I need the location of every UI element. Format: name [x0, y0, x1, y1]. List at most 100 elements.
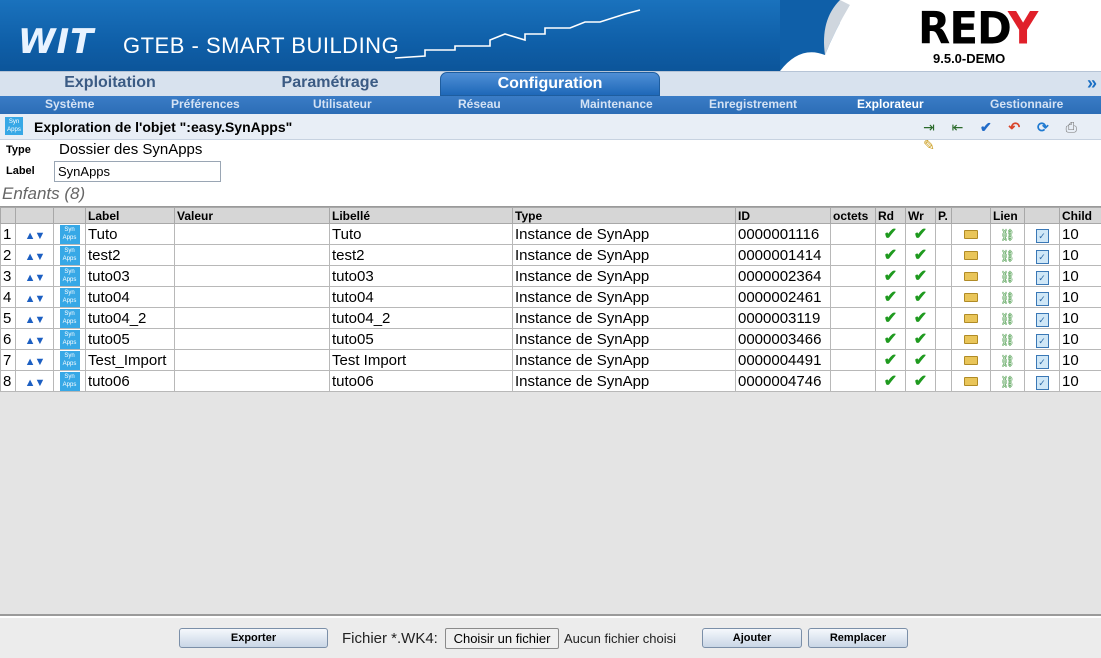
link-icon[interactable]: ⛓ [990, 370, 1025, 392]
row-octets [830, 349, 876, 371]
move-arrows-icon[interactable]: ▲▼ [15, 349, 54, 371]
col-header-index [0, 207, 16, 224]
link-icon[interactable]: ⛓ [990, 349, 1025, 371]
folder-icon[interactable] [951, 307, 991, 329]
add-button[interactable]: Ajouter [702, 628, 802, 648]
move-arrows-icon[interactable]: ▲▼ [15, 223, 54, 245]
folder-icon[interactable] [951, 328, 991, 350]
move-arrows-icon[interactable]: ▲▼ [15, 370, 54, 392]
double-chevron-right-icon[interactable]: » [1087, 73, 1097, 94]
delete-icon[interactable]: ✓ [1024, 370, 1060, 392]
row-p [935, 349, 952, 371]
table-row[interactable]: 5 ▲▼ Syn Apps tuto04_2 tuto04_2 Instance de Sy… [0, 307, 1101, 329]
table-row[interactable]: 2 ▲▼ Syn Apps test2 test2 Instance de SynApp 00… [0, 244, 1101, 266]
col-header-octets[interactable]: octets [830, 207, 876, 224]
delete-icon[interactable]: ✓ [1024, 265, 1060, 287]
row-label[interactable]: tuto04_2 [85, 307, 175, 329]
replace-button[interactable]: Remplacer [808, 628, 908, 648]
delete-icon[interactable]: ✓ [1024, 286, 1060, 308]
import-icon[interactable]: ⇤ [948, 118, 966, 136]
delete-icon[interactable]: ✓ [1024, 307, 1060, 329]
subnav-maintenance[interactable]: Maintenance [580, 97, 653, 111]
children-section-title: Enfants (8) [2, 184, 86, 203]
subnav-utilisateur[interactable]: Utilisateur [313, 97, 372, 111]
folder-icon[interactable] [951, 223, 991, 245]
subnav-preferences[interactable]: Préférences [171, 97, 240, 111]
tab-configuration[interactable]: Configuration [440, 72, 660, 96]
row-label[interactable]: Test_Import [85, 349, 175, 371]
object-toolbar: ⇥ ⇤ ✔ ↶ ⟳ ⎙ ✎ [920, 118, 1101, 153]
link-icon[interactable]: ⛓ [990, 286, 1025, 308]
col-header-type[interactable]: Type [512, 207, 736, 224]
move-arrows-icon[interactable]: ▲▼ [15, 307, 54, 329]
export-button[interactable]: Exporter [179, 628, 328, 648]
print-icon[interactable]: ⎙ [1062, 118, 1080, 136]
table-row[interactable]: 3 ▲▼ Syn Apps tuto03 tuto03 Instance de SynApp… [0, 265, 1101, 287]
tab-parametrage[interactable]: Paramétrage [220, 72, 440, 96]
col-header-delete [1024, 207, 1060, 224]
subnav-enregistrement[interactable]: Enregistrement [709, 97, 797, 111]
col-header-label[interactable]: Label [85, 207, 175, 224]
synapp-icon: Syn Apps [53, 223, 86, 245]
object-header: Syn Apps Exploration de l'objet ":easy.Sy… [0, 114, 1101, 153]
move-arrows-icon[interactable]: ▲▼ [15, 328, 54, 350]
col-header-lien[interactable]: Lien [990, 207, 1025, 224]
delete-icon[interactable]: ✓ [1024, 328, 1060, 350]
export-icon[interactable]: ⇥ [920, 118, 938, 136]
choose-file-button[interactable]: Choisir un fichier [445, 628, 559, 649]
col-header-rd[interactable]: Rd [875, 207, 906, 224]
table-row[interactable]: 7 ▲▼ Syn Apps Test_Import Test Import Instance… [0, 349, 1101, 371]
col-header-libelle[interactable]: Libellé [329, 207, 513, 224]
row-label[interactable]: test2 [85, 244, 175, 266]
link-icon[interactable]: ⛓ [990, 223, 1025, 245]
tab-exploitation[interactable]: Exploitation [0, 72, 220, 96]
link-icon[interactable]: ⛓ [990, 244, 1025, 266]
folder-icon[interactable] [951, 349, 991, 371]
move-arrows-icon[interactable]: ▲▼ [15, 244, 54, 266]
link-icon[interactable]: ⛓ [990, 307, 1025, 329]
col-header-p[interactable]: P. [935, 207, 952, 224]
row-label[interactable]: tuto06 [85, 370, 175, 392]
subnav-systeme[interactable]: Système [45, 97, 94, 111]
row-libelle: tuto06 [329, 370, 513, 392]
row-label[interactable]: tuto03 [85, 265, 175, 287]
row-octets [830, 265, 876, 287]
row-id: 0000004746 [735, 370, 831, 392]
folder-icon[interactable] [951, 244, 991, 266]
row-label[interactable]: Tuto [85, 223, 175, 245]
folder-icon[interactable] [951, 370, 991, 392]
col-header-id[interactable]: ID [735, 207, 831, 224]
row-label[interactable]: tuto05 [85, 328, 175, 350]
folder-icon[interactable] [951, 286, 991, 308]
type-field-label: Type [6, 144, 31, 156]
col-header-wr[interactable]: Wr [905, 207, 936, 224]
move-arrows-icon[interactable]: ▲▼ [15, 265, 54, 287]
undo-icon[interactable]: ↶ [1005, 118, 1023, 136]
subnav-explorateur[interactable]: Explorateur [857, 97, 924, 111]
row-p [935, 370, 952, 392]
col-header-valeur[interactable]: Valeur [174, 207, 330, 224]
delete-icon[interactable]: ✓ [1024, 223, 1060, 245]
properties-icon[interactable]: ✎ [920, 136, 938, 154]
subnav-gestionnaire[interactable]: Gestionnaire [990, 97, 1063, 111]
move-arrows-icon[interactable]: ▲▼ [15, 286, 54, 308]
row-id: 0000002364 [735, 265, 831, 287]
delete-icon[interactable]: ✓ [1024, 349, 1060, 371]
col-header-move [15, 207, 54, 224]
row-label[interactable]: tuto04 [85, 286, 175, 308]
row-p [935, 223, 952, 245]
table-row[interactable]: 8 ▲▼ Syn Apps tuto06 tuto06 Instance de SynApp… [0, 370, 1101, 392]
delete-icon[interactable]: ✓ [1024, 244, 1060, 266]
refresh-icon[interactable]: ⟳ [1034, 118, 1052, 136]
link-icon[interactable]: ⛓ [990, 265, 1025, 287]
table-row[interactable]: 6 ▲▼ Syn Apps tuto05 tuto05 Instance de SynApp… [0, 328, 1101, 350]
table-row[interactable]: 4 ▲▼ Syn Apps tuto04 tuto04 Instance de SynApp… [0, 286, 1101, 308]
folder-icon[interactable] [951, 265, 991, 287]
label-input[interactable] [54, 161, 221, 182]
write-check-icon: ✔ [905, 265, 936, 287]
subnav-reseau[interactable]: Réseau [458, 97, 501, 111]
link-icon[interactable]: ⛓ [990, 328, 1025, 350]
table-row[interactable]: 1 ▲▼ Syn Apps Tuto Tuto Instance de SynApp 0000… [0, 223, 1101, 245]
col-header-child[interactable]: Child [1059, 207, 1101, 224]
validate-icon[interactable]: ✔ [977, 118, 995, 136]
